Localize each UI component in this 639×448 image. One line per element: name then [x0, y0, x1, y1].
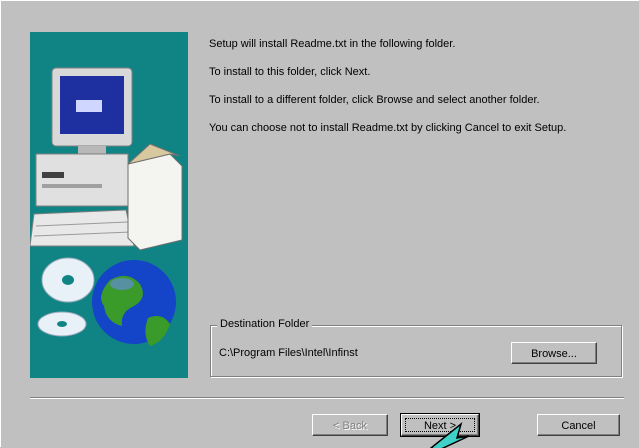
instructions-text: Setup will install Readme.txt in the fol… [209, 38, 624, 150]
intro-line-2: To install to this folder, click Next. [209, 66, 371, 78]
button-separator [30, 397, 624, 399]
mouse-pointer-icon [429, 421, 470, 448]
destination-path: C:\Program Files\Intel\Infinst [219, 347, 358, 359]
computer-globe-icon [30, 67, 183, 346]
setup-illustration-panel [30, 32, 188, 378]
intro-line-3: To install to a different folder, click … [209, 94, 540, 106]
back-button[interactable]: < Back [312, 414, 388, 436]
destination-folder-group: Destination Folder C:\Program Files\Inte… [210, 318, 622, 377]
intro-line-4: You can choose not to install Readme.txt… [209, 122, 567, 134]
cancel-button[interactable]: Cancel [537, 414, 620, 436]
destination-folder-label: Destination Folder [217, 318, 313, 330]
browse-button[interactable]: Browse... [511, 342, 597, 364]
intro-line-1: Setup will install Readme.txt in the fol… [209, 38, 456, 50]
setup-dialog: Setup will install Readme.txt in the fol… [0, 0, 639, 448]
